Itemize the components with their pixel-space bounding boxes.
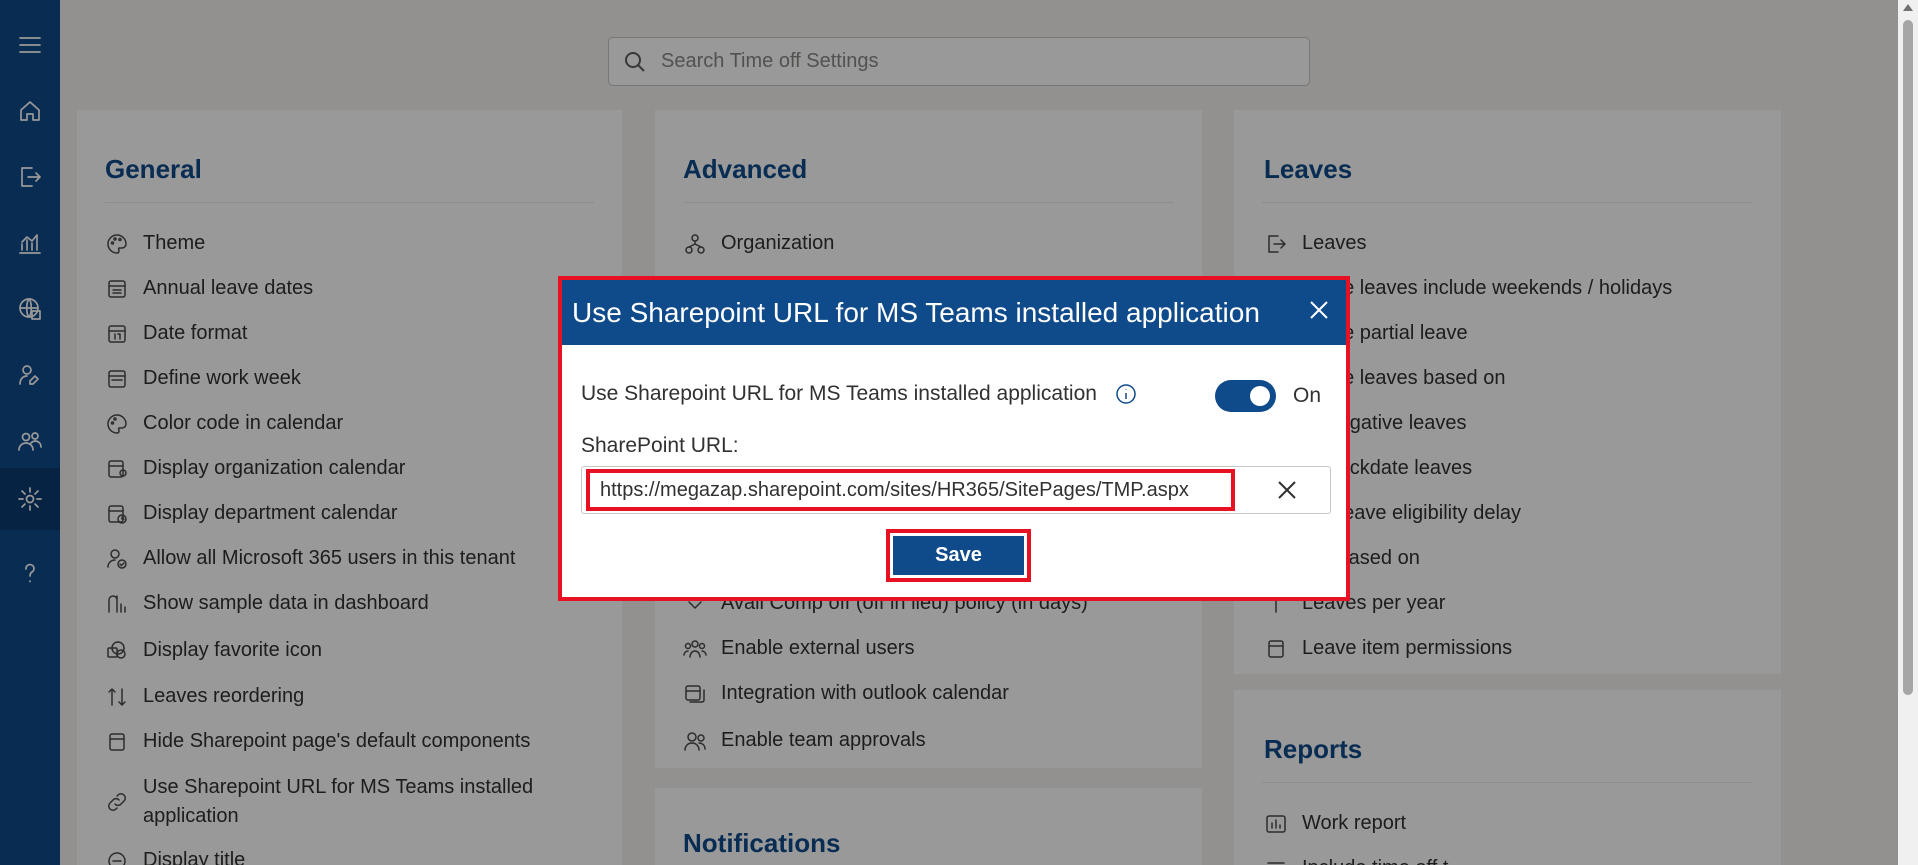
dialog-title-bar: Use Sharepoint URL for MS Teams installe… <box>562 280 1346 345</box>
toggle-knob <box>1250 386 1270 406</box>
scroll-up-arrow[interactable] <box>1903 4 1913 11</box>
setting-label: Use Sharepoint URL for MS Teams installe… <box>581 382 1097 405</box>
save-button[interactable]: Save <box>893 536 1024 575</box>
sharepoint-url-toggle[interactable] <box>1215 380 1276 412</box>
close-icon <box>1310 301 1328 319</box>
dialog-title: Use Sharepoint URL for MS Teams installe… <box>572 296 1260 328</box>
sharepoint-url-dialog: Use Sharepoint URL for MS Teams installe… <box>558 276 1350 601</box>
scroll-thumb[interactable] <box>1903 20 1913 695</box>
close-icon <box>1278 481 1296 499</box>
clear-url-button[interactable] <box>1275 478 1299 502</box>
sharepoint-url-input[interactable] <box>586 469 1235 511</box>
sharepoint-url-label: SharePoint URL: <box>581 434 739 457</box>
page-scrollbar[interactable] <box>1898 0 1918 865</box>
toggle-state-label: On <box>1293 384 1322 407</box>
sharepoint-url-box <box>581 466 1331 514</box>
dialog-close-button[interactable] <box>1306 297 1332 323</box>
info-icon[interactable] <box>1114 382 1138 406</box>
save-button-highlight: Save <box>886 529 1031 582</box>
